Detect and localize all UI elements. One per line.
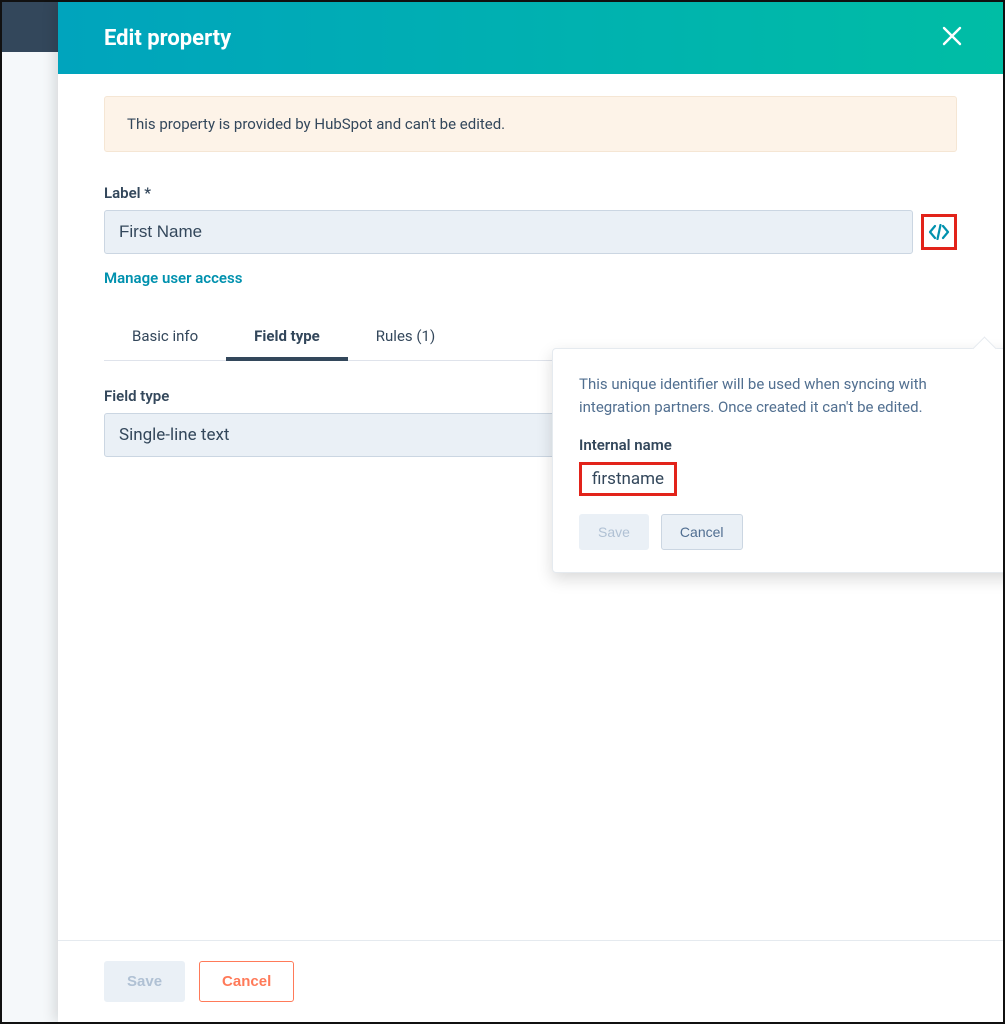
close-icon[interactable] bbox=[941, 24, 963, 52]
internal-name-toggle[interactable] bbox=[921, 214, 957, 250]
code-icon bbox=[928, 224, 950, 240]
tabs: Basic info Field type Rules (1) bbox=[104, 315, 564, 361]
cancel-button[interactable]: Cancel bbox=[199, 961, 294, 1002]
save-button[interactable]: Save bbox=[104, 961, 185, 1002]
alert-text: This property is provided by HubSpot and… bbox=[127, 115, 505, 133]
modal-title: Edit property bbox=[104, 26, 231, 51]
label-input[interactable] bbox=[104, 210, 913, 254]
edit-property-modal: Edit property This property is provided … bbox=[58, 2, 1003, 1022]
field-type-value: Single-line text bbox=[119, 425, 229, 445]
tab-field-type[interactable]: Field type bbox=[226, 315, 348, 361]
modal-body: This property is provided by HubSpot and… bbox=[58, 74, 1003, 940]
readonly-alert: This property is provided by HubSpot and… bbox=[104, 96, 957, 152]
internal-name-popover: This unique identifier will be used when… bbox=[552, 348, 1003, 573]
tab-rules[interactable]: Rules (1) bbox=[348, 315, 463, 361]
popover-internal-name-label: Internal name bbox=[579, 436, 997, 454]
manage-user-access-link[interactable]: Manage user access bbox=[104, 269, 242, 287]
popover-actions: Save Cancel bbox=[579, 514, 997, 550]
label-input-row bbox=[104, 210, 957, 254]
modal-header: Edit property bbox=[58, 2, 1003, 74]
background-sidebar bbox=[2, 52, 58, 1022]
popover-description: This unique identifier will be used when… bbox=[579, 373, 997, 420]
tab-basic-info[interactable]: Basic info bbox=[104, 315, 226, 361]
popover-cancel-button[interactable]: Cancel bbox=[661, 514, 743, 550]
label-field-label: Label * bbox=[104, 184, 957, 202]
internal-name-value: firstname bbox=[579, 462, 677, 496]
modal-footer: Save Cancel bbox=[58, 940, 1003, 1022]
popover-save-button[interactable]: Save bbox=[579, 514, 649, 550]
